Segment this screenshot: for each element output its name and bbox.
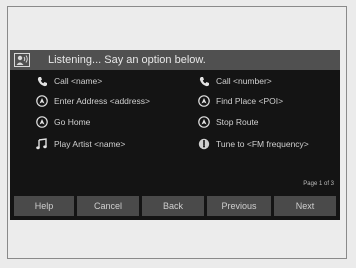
option-stop-route[interactable]: Stop Route <box>198 114 259 130</box>
phone-icon <box>36 75 48 87</box>
status-header: Listening... Say an option below. <box>10 50 340 70</box>
listening-prompt: Listening... Say an option below. <box>48 54 206 66</box>
option-tune-fm[interactable]: Tune to <FM frequency> <box>198 136 309 152</box>
option-find-place[interactable]: Find Place <POI> <box>198 93 283 109</box>
back-button[interactable]: Back <box>142 196 204 216</box>
previous-button[interactable]: Previous <box>207 196 271 216</box>
option-call-name[interactable]: Call <name> <box>36 73 102 89</box>
phone-icon <box>198 75 210 87</box>
option-call-number[interactable]: Call <number> <box>198 73 272 89</box>
cancel-button[interactable]: Cancel <box>77 196 139 216</box>
help-button[interactable]: Help <box>14 196 74 216</box>
radio-tuner-icon <box>198 138 210 150</box>
music-note-icon <box>36 138 48 150</box>
page-indicator: Page 1 of 3 <box>303 181 334 187</box>
voice-command-screen: Listening... Say an option below. Call <… <box>10 50 340 220</box>
option-enter-address[interactable]: Enter Address <address> <box>36 93 150 109</box>
navigation-icon <box>198 116 210 128</box>
option-go-home[interactable]: Go Home <box>36 114 90 130</box>
next-button[interactable]: Next <box>274 196 336 216</box>
option-play-artist[interactable]: Play Artist <name> <box>36 136 125 152</box>
navigation-icon <box>198 95 210 107</box>
navigation-icon <box>36 95 48 107</box>
voice-command-icon <box>14 53 30 67</box>
navigation-icon <box>36 116 48 128</box>
